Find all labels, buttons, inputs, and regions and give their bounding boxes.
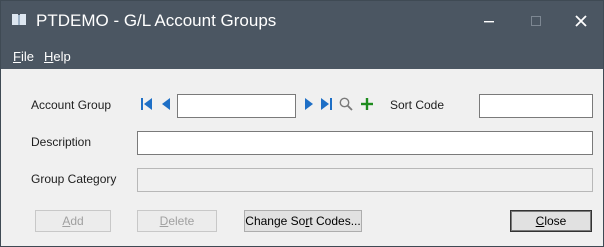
group-category-field <box>137 168 593 192</box>
add-button[interactable]: Add <box>35 210 111 232</box>
delete-button-rest: elete <box>168 214 195 228</box>
search-icon[interactable] <box>339 97 353 111</box>
last-record-icon[interactable] <box>320 97 332 111</box>
menu-help-accel: H <box>44 49 54 64</box>
account-group-label: Account Group <box>31 98 112 112</box>
minimize-icon <box>484 21 494 23</box>
description-label: Description <box>31 135 92 149</box>
change-sort-codes-after: t Codes... <box>309 214 361 228</box>
next-record-icon[interactable] <box>304 97 313 111</box>
account-groups-window: PTDEMO - G/L Account Groups File Help Ac… <box>0 0 604 247</box>
first-record-icon[interactable] <box>141 97 153 111</box>
description-field[interactable] <box>137 131 593 155</box>
maximize-button[interactable] <box>513 1 559 41</box>
group-category-input <box>138 169 592 191</box>
menu-file[interactable]: File <box>13 49 34 64</box>
menu-help[interactable]: Help <box>44 49 71 64</box>
minimize-button[interactable] <box>466 1 512 41</box>
description-input[interactable] <box>138 132 592 154</box>
sort-code-label: Sort Code <box>390 98 445 112</box>
menu-help-rest: elp <box>53 49 71 64</box>
close-button-rest: lose <box>544 214 567 228</box>
title-bar[interactable]: PTDEMO - G/L Account Groups <box>1 1 603 41</box>
close-icon <box>575 15 587 27</box>
window-title: PTDEMO - G/L Account Groups <box>36 11 277 30</box>
book-icon <box>12 14 26 25</box>
menu-file-rest: ile <box>20 49 34 64</box>
menu-bar: File Help <box>1 41 603 69</box>
close-window-button[interactable] <box>558 1 604 41</box>
account-group-field[interactable] <box>177 94 296 118</box>
maximize-icon <box>531 16 541 26</box>
account-group-input[interactable] <box>178 95 295 117</box>
change-sort-codes-button[interactable]: Change Sort Codes... <box>244 210 362 232</box>
add-button-rest: dd <box>70 214 84 228</box>
previous-record-icon[interactable] <box>162 97 171 111</box>
menu-file-accel: F <box>13 49 21 64</box>
add-new-icon[interactable] <box>360 97 374 111</box>
sort-code-input[interactable] <box>480 95 592 117</box>
delete-button-accel: D <box>159 214 169 228</box>
delete-button[interactable]: Delete <box>137 210 217 232</box>
group-category-label: Group Category <box>31 172 117 186</box>
close-button[interactable]: Close <box>510 210 592 232</box>
change-sort-codes-before: Change So <box>245 214 306 228</box>
sort-code-field[interactable] <box>479 94 593 118</box>
